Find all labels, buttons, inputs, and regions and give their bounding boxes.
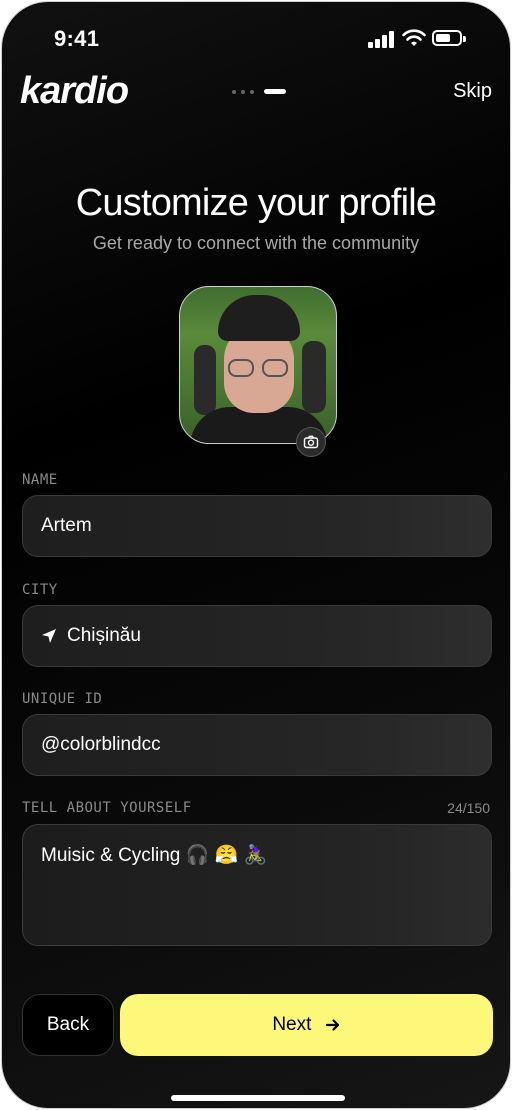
unique-id-field[interactable]: @colorblindcc bbox=[22, 714, 492, 776]
camera-icon bbox=[303, 435, 319, 449]
about-label: TELL ABOUT YOURSELF bbox=[22, 800, 192, 816]
arrow-right-icon bbox=[325, 1019, 339, 1031]
profile-photo[interactable] bbox=[179, 286, 337, 444]
name-field[interactable]: Artem bbox=[22, 495, 492, 557]
page-subtitle: Get ready to connect with the community bbox=[92, 233, 420, 253]
step-dot bbox=[250, 90, 254, 94]
unique-id-label: UNIQUE ID bbox=[22, 691, 103, 707]
battery-icon bbox=[432, 30, 466, 46]
about-textarea[interactable]: Muisic & Cycling 🎧 😤 🚴🏽‍♀️ bbox=[22, 824, 492, 946]
city-field[interactable]: Chișinău bbox=[22, 605, 492, 667]
about-value: Muisic & Cycling 🎧 😤 🚴🏽‍♀️ bbox=[41, 845, 268, 866]
location-arrow-icon bbox=[42, 629, 56, 643]
phone-screen: 9:41 kardio Skip Customize your profile … bbox=[2, 2, 510, 1108]
home-indicator[interactable] bbox=[171, 1095, 345, 1101]
cellular-signal-icon bbox=[368, 30, 396, 48]
name-value: Artem bbox=[41, 515, 92, 536]
page-title: Customize your profile bbox=[75, 182, 437, 224]
city-value: Chișinău bbox=[67, 625, 141, 646]
wifi-icon bbox=[402, 29, 426, 46]
step-dot bbox=[241, 90, 245, 94]
name-label: NAME bbox=[22, 472, 58, 488]
status-bar: 9:41 bbox=[2, 2, 510, 62]
city-label: CITY bbox=[22, 582, 58, 598]
step-active bbox=[264, 89, 286, 94]
about-char-counter: 24/150 bbox=[447, 800, 490, 816]
next-label: Next bbox=[272, 1014, 312, 1035]
unique-id-value: @colorblindcc bbox=[41, 734, 161, 755]
app-logo: kardio bbox=[20, 70, 129, 112]
step-dot bbox=[232, 90, 236, 94]
back-button[interactable]: Back bbox=[22, 994, 114, 1056]
next-button[interactable]: Next bbox=[120, 994, 493, 1056]
status-time: 9:41 bbox=[54, 26, 100, 51]
back-label: Back bbox=[46, 1014, 90, 1035]
skip-button[interactable]: Skip bbox=[453, 80, 492, 103]
change-photo-button[interactable] bbox=[296, 427, 326, 457]
